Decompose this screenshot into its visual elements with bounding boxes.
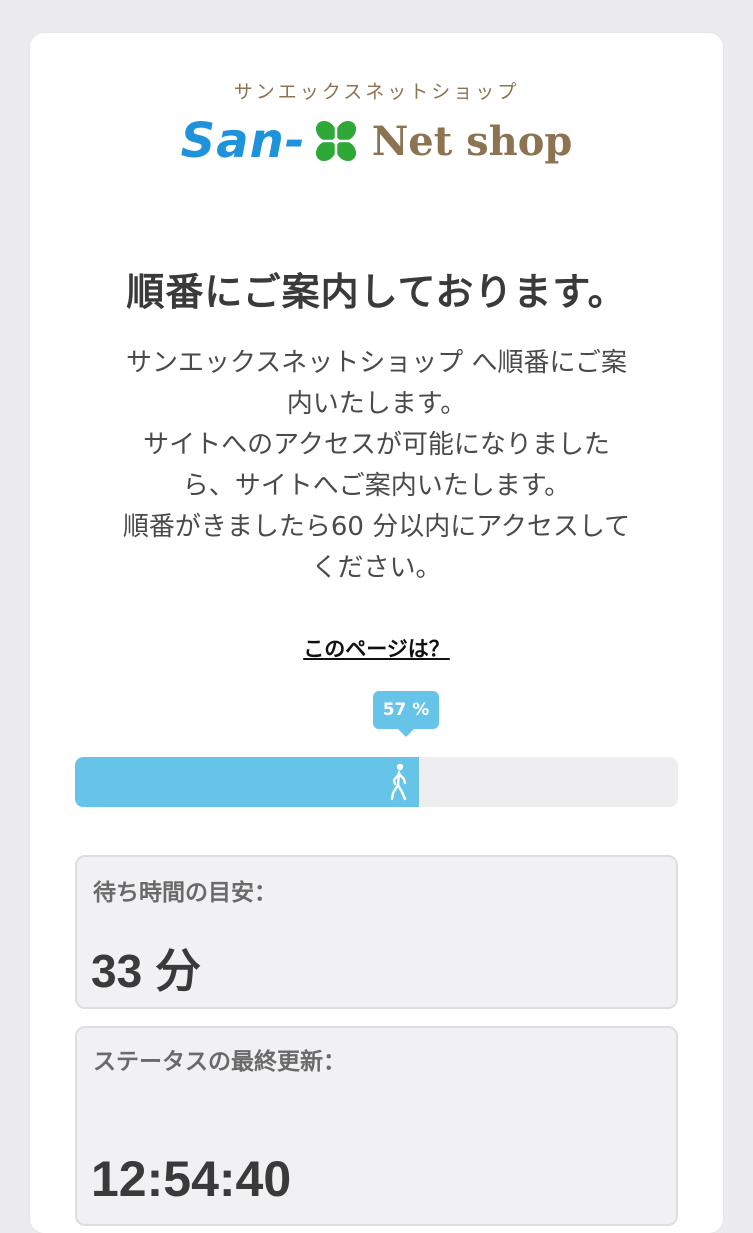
queue-card: サンエックスネットショップ San- Net shop 順番にご案内しております… <box>30 33 723 1233</box>
message-line: 順番がきましたら60 分以内にアクセスして <box>122 512 631 542</box>
logo-kana-text: サンエックスネットショップ <box>233 81 520 103</box>
message-line: 内いたします。 <box>286 389 467 419</box>
logo-netshop-text: Net shop <box>371 117 573 165</box>
walking-person-icon <box>390 763 406 801</box>
about-link-wrap: このページは？ <box>30 633 723 663</box>
shop-logo: サンエックスネットショップ San- Net shop <box>30 33 723 183</box>
page-title: 順番にご案内しております。 <box>126 270 627 314</box>
logo-san-text: San- <box>180 113 306 169</box>
progress-bar-fill <box>75 757 419 807</box>
progress-bar <box>75 757 678 807</box>
queue-message: サンエックスネットショップ へ順番にご案 内いたします。 サイトへのアクセスが可… <box>70 343 683 589</box>
message-line: サンエックスネットショップ へ順番にご案 <box>126 348 627 378</box>
about-page-link[interactable]: このページは？ <box>303 637 450 661</box>
last-update-box: ステータスの最終更新： 12:54:40 <box>75 1026 678 1226</box>
message-line: ら、サイトへご案内いたします。 <box>182 471 571 501</box>
message-line: サイトへのアクセスが可能になりました <box>143 430 610 460</box>
message-line: ください。 <box>311 553 442 583</box>
wait-time-box: 待ち時間の目安： 33 分 <box>75 855 678 1009</box>
wait-time-label: 待ち時間の目安： <box>93 880 277 906</box>
last-update-label: ステータスの最終更新： <box>93 1049 346 1075</box>
clover-icon <box>313 119 358 163</box>
last-update-value: 12:54:40 <box>91 1151 292 1207</box>
progress-percent-badge: 57 % <box>373 691 439 737</box>
logo-wordmark: San- Net shop <box>30 113 723 177</box>
wait-time-value: 33 分 <box>91 945 201 997</box>
